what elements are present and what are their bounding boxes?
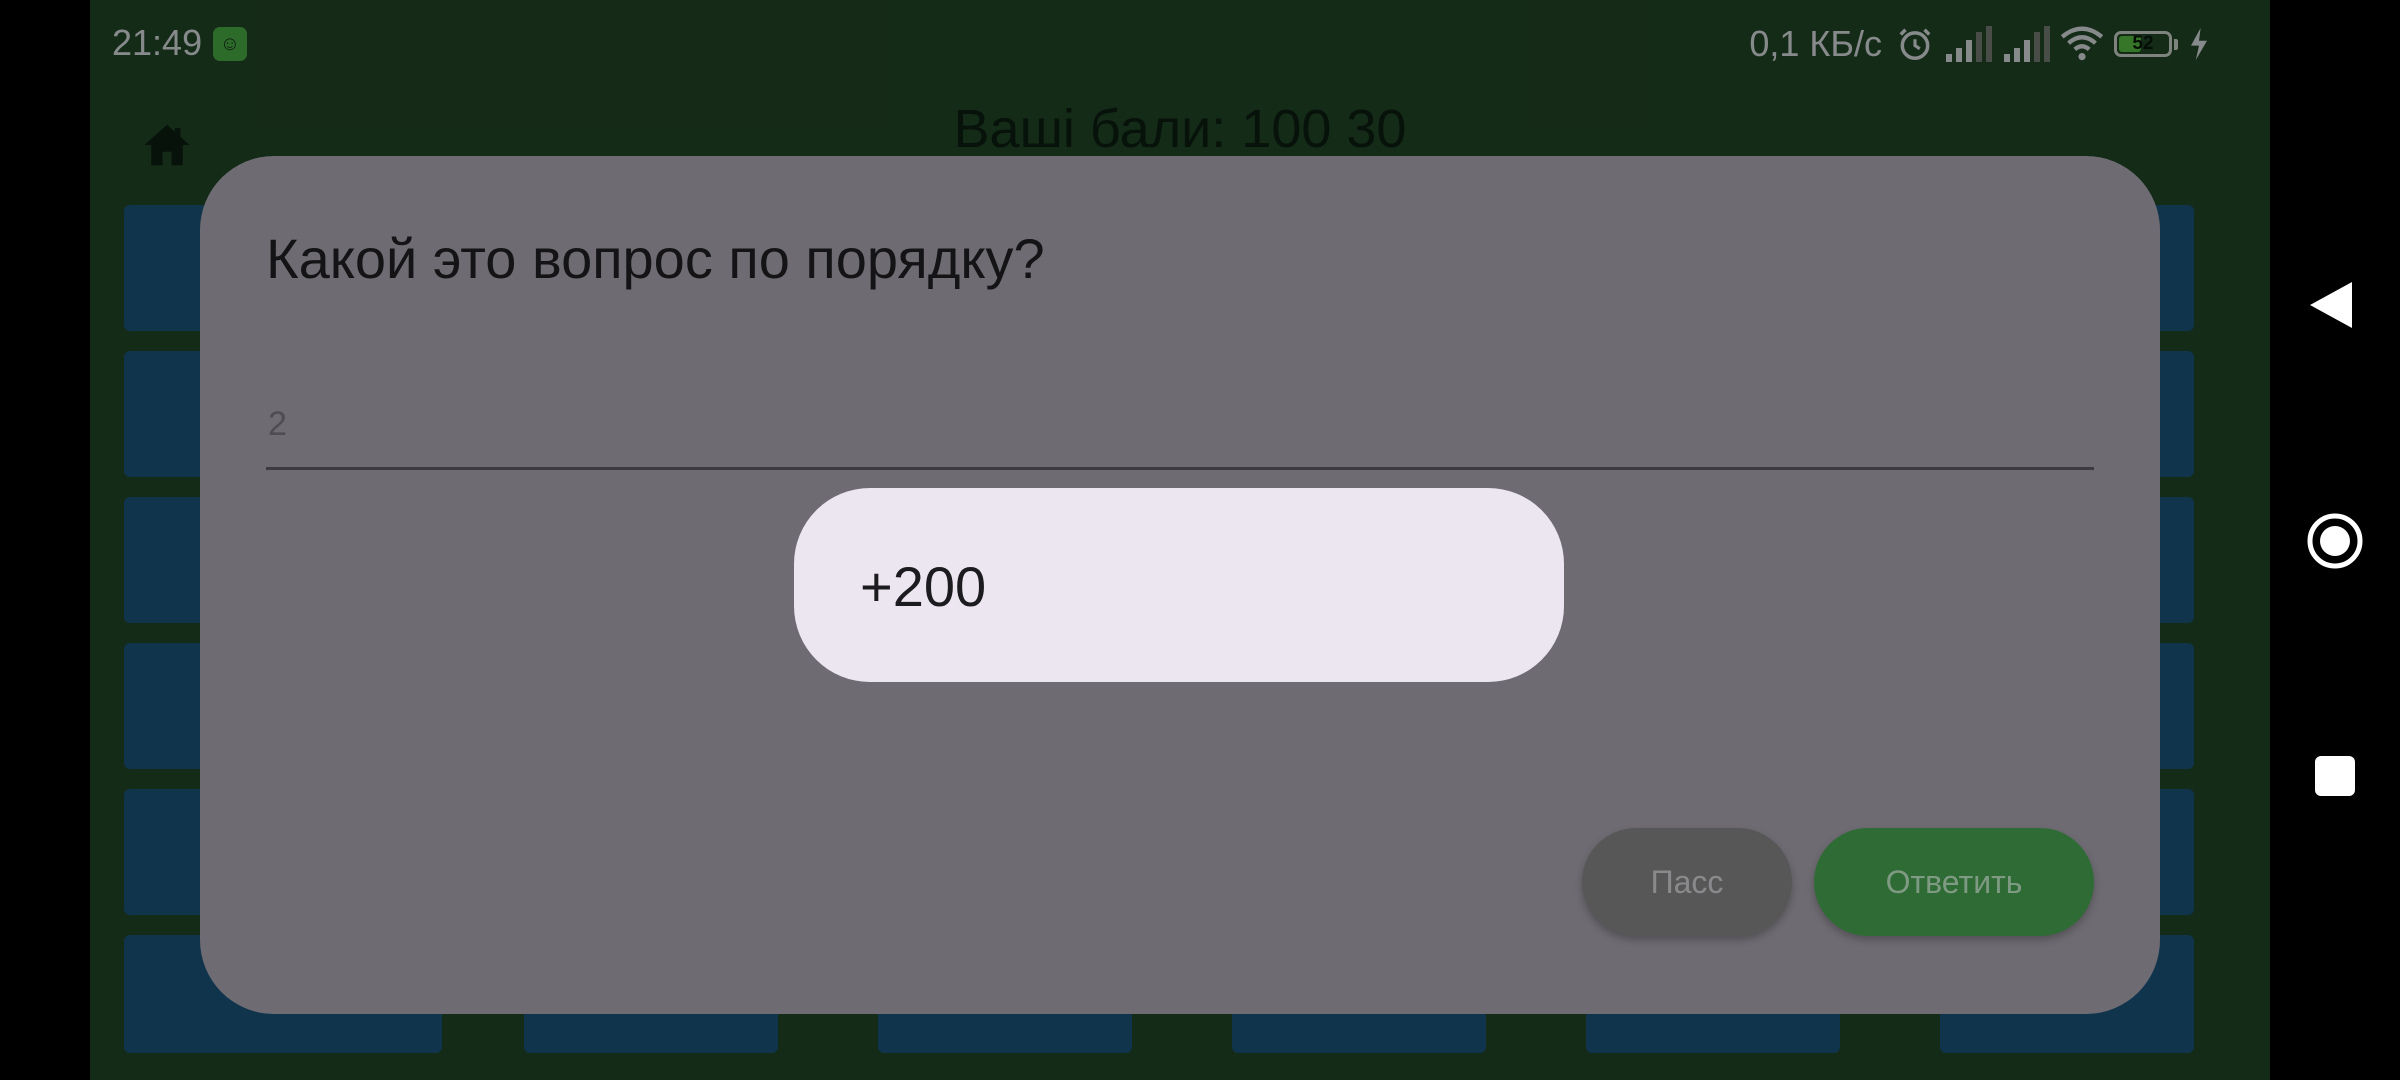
answer-input[interactable]	[266, 398, 2098, 450]
navigation-bar	[2270, 0, 2400, 1080]
answer-button[interactable]: Ответить	[1814, 828, 2094, 936]
back-triangle-icon[interactable]	[2308, 280, 2354, 330]
toast-text: +200	[860, 555, 987, 618]
question-dialog: Какой это вопрос по порядку? +200 Пасс О…	[200, 156, 2160, 1014]
pass-button[interactable]: Пасс	[1582, 828, 1792, 936]
dialog-title: Какой это вопрос по порядку?	[266, 227, 1045, 290]
answer-field	[266, 376, 2098, 470]
recents-square-icon[interactable]	[2315, 756, 2355, 796]
points-toast: +200	[794, 488, 1564, 682]
home-circle-icon[interactable]	[2306, 512, 2364, 570]
